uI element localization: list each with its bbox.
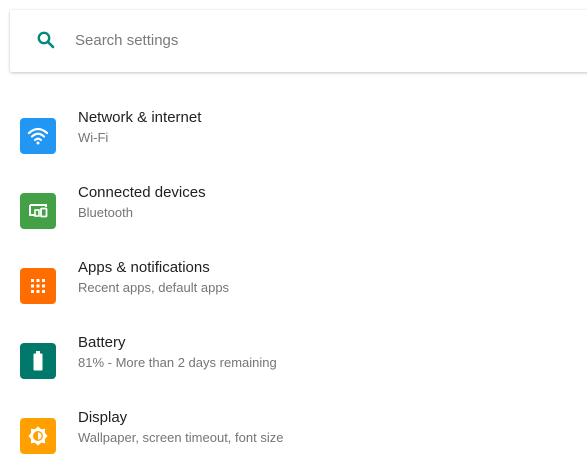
settings-item-display[interactable]: Display Wallpaper, screen timeout, font … xyxy=(0,408,587,468)
settings-item-title: Apps & notifications xyxy=(78,259,210,276)
settings-item-subtitle: 81% - More than 2 days remaining xyxy=(78,355,277,370)
wifi-icon xyxy=(20,118,56,154)
settings-item-subtitle: Wallpaper, screen timeout, font size xyxy=(78,430,284,445)
settings-item-title: Battery xyxy=(78,334,126,351)
settings-item-subtitle: Wi-Fi xyxy=(78,130,109,145)
settings-item-title: Network & internet xyxy=(78,109,202,126)
settings-item-subtitle: Bluetooth xyxy=(78,205,133,220)
brightness-icon xyxy=(20,418,56,454)
settings-list: Network & internet Wi-Fi Connected devic… xyxy=(0,0,587,454)
settings-item-title: Connected devices xyxy=(78,184,206,201)
settings-item-title: Display xyxy=(78,409,128,426)
settings-item-connected-devices[interactable]: Connected devices Bluetooth xyxy=(0,183,587,243)
settings-item-network[interactable]: Network & internet Wi-Fi xyxy=(0,108,587,168)
apps-icon xyxy=(20,268,56,304)
battery-icon xyxy=(20,343,56,379)
settings-item-apps[interactable]: Apps & notifications Recent apps, defaul… xyxy=(0,258,587,318)
settings-item-subtitle: Recent apps, default apps xyxy=(78,280,230,295)
settings-item-battery[interactable]: Battery 81% - More than 2 days remaining xyxy=(0,333,587,393)
devices-icon xyxy=(20,193,56,229)
